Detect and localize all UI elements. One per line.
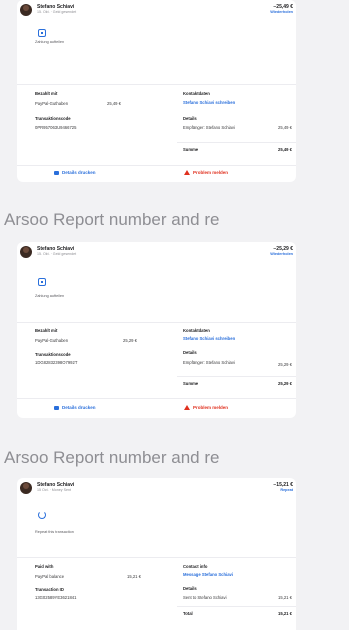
divider bbox=[17, 322, 296, 323]
total-label: Total bbox=[183, 611, 193, 616]
contact-label: Contact info bbox=[183, 564, 208, 569]
sum-amount: 25,49 € bbox=[278, 147, 292, 152]
transaction-card-3: Stefano Schiavi 15 Oct. · Money Sent −15… bbox=[17, 478, 296, 630]
transaction-card-2: Stefano Schiavi 15. Okt. · Geld gesendet… bbox=[17, 242, 296, 418]
section-header: Arsoo Report number and re bbox=[4, 210, 220, 229]
paid-with-amount: 15,21 € bbox=[127, 574, 141, 579]
report-problem-label: Problem melden bbox=[193, 405, 229, 410]
message-contact-link[interactable]: Message Stefano Schiavi bbox=[183, 572, 233, 577]
paid-with-label: Paid with bbox=[35, 564, 54, 569]
sum-amount: 25,29 € bbox=[278, 381, 292, 386]
message-contact-link[interactable]: Stefano Schiavi schreiben bbox=[183, 336, 235, 341]
print-details-label: Details drucken bbox=[62, 405, 96, 410]
split-payment-icon[interactable] bbox=[38, 278, 46, 286]
print-details-button[interactable]: Details drucken bbox=[54, 405, 96, 410]
paid-with-amount: 25,49 € bbox=[107, 101, 121, 106]
paid-with-value: PayPal-Guthaben bbox=[35, 101, 69, 106]
transaction-id: 1DG82832398O7992T bbox=[35, 360, 78, 365]
report-problem-button[interactable]: Problem melden bbox=[184, 170, 229, 176]
repeat-transaction-label[interactable]: Repeat this transaction bbox=[35, 530, 75, 535]
transaction-id: 13G02589YE3621841 bbox=[35, 595, 77, 600]
sum-label: Summe bbox=[183, 147, 199, 152]
sum-label: Summe bbox=[183, 381, 199, 386]
report-problem-button[interactable]: Problem melden bbox=[184, 405, 229, 411]
printer-icon bbox=[54, 170, 59, 175]
recipient-amount: 25,29 € bbox=[278, 362, 292, 367]
paid-with-label: Bezahlt mit bbox=[35, 328, 58, 333]
avatar bbox=[20, 4, 32, 16]
message-contact-link[interactable]: Stefano Schiavi schreiben bbox=[183, 100, 235, 105]
transaction-subtitle: 15 Oct. · Money Sent bbox=[37, 488, 71, 492]
transaction-id-label: Transaction ID bbox=[35, 587, 64, 592]
recipient-amount: 15,21 € bbox=[278, 595, 292, 600]
transaction-card-1: Stefano Schiavi 15. Okt. · Geld gesendet… bbox=[17, 0, 296, 182]
repeat-link[interactable]: Wiederholen bbox=[270, 252, 293, 256]
printer-icon bbox=[54, 405, 59, 410]
paid-with-value: PayPal-Guthaben bbox=[35, 338, 69, 343]
divider bbox=[177, 142, 296, 143]
split-payment-label[interactable]: Zahlung aufteilen bbox=[35, 40, 75, 45]
paid-with-label: Bezahlt mit bbox=[35, 91, 58, 96]
print-details-button[interactable]: Details drucken bbox=[54, 170, 96, 175]
divider bbox=[17, 557, 296, 558]
divider bbox=[177, 376, 296, 377]
refresh-icon[interactable] bbox=[38, 511, 46, 519]
transaction-subtitle: 15. Okt. · Geld gesendet bbox=[37, 252, 77, 256]
recipient-line: Sent to Stefano Schiavi bbox=[183, 595, 227, 600]
report-problem-label: Problem melden bbox=[193, 170, 229, 175]
recipient-line: Empfänger: Stefano Schiavi bbox=[183, 360, 235, 365]
divider bbox=[17, 84, 296, 85]
contact-label: Kontaktdaten bbox=[183, 328, 210, 333]
print-details-label: Details drucken bbox=[62, 170, 96, 175]
transaction-id: 0PR957063U9466725 bbox=[35, 125, 77, 130]
avatar bbox=[20, 482, 32, 494]
transaction-subtitle: 15. Okt. · Geld gesendet bbox=[37, 10, 77, 14]
recipient-line: Empfänger: Stefano Schiavi bbox=[183, 125, 235, 130]
warning-icon bbox=[184, 170, 190, 176]
paid-with-amount: 25,29 € bbox=[123, 338, 137, 343]
repeat-link[interactable]: Wiederholen bbox=[270, 10, 293, 14]
repeat-link[interactable]: Repeat bbox=[280, 488, 293, 492]
contact-label: Kontaktdaten bbox=[183, 91, 210, 96]
divider bbox=[17, 398, 296, 399]
warning-icon bbox=[184, 405, 190, 411]
details-label: Details bbox=[183, 350, 197, 355]
total-amount: 15,21 € bbox=[278, 611, 292, 616]
transaction-id-label: Transaktionscode bbox=[35, 352, 71, 357]
paid-with-value: PayPal balance bbox=[35, 574, 65, 579]
split-payment-icon[interactable] bbox=[38, 29, 46, 37]
transaction-id-label: Transaktionscode bbox=[35, 116, 71, 121]
divider bbox=[177, 606, 296, 607]
avatar bbox=[20, 246, 32, 258]
details-label: Details bbox=[183, 586, 197, 591]
split-payment-label[interactable]: Zahlung aufteilen bbox=[35, 294, 75, 299]
recipient-amount: 25,49 € bbox=[278, 125, 292, 130]
details-label: Details bbox=[183, 116, 197, 121]
section-header: Arsoo Report number and re bbox=[4, 448, 220, 467]
divider bbox=[17, 165, 296, 166]
